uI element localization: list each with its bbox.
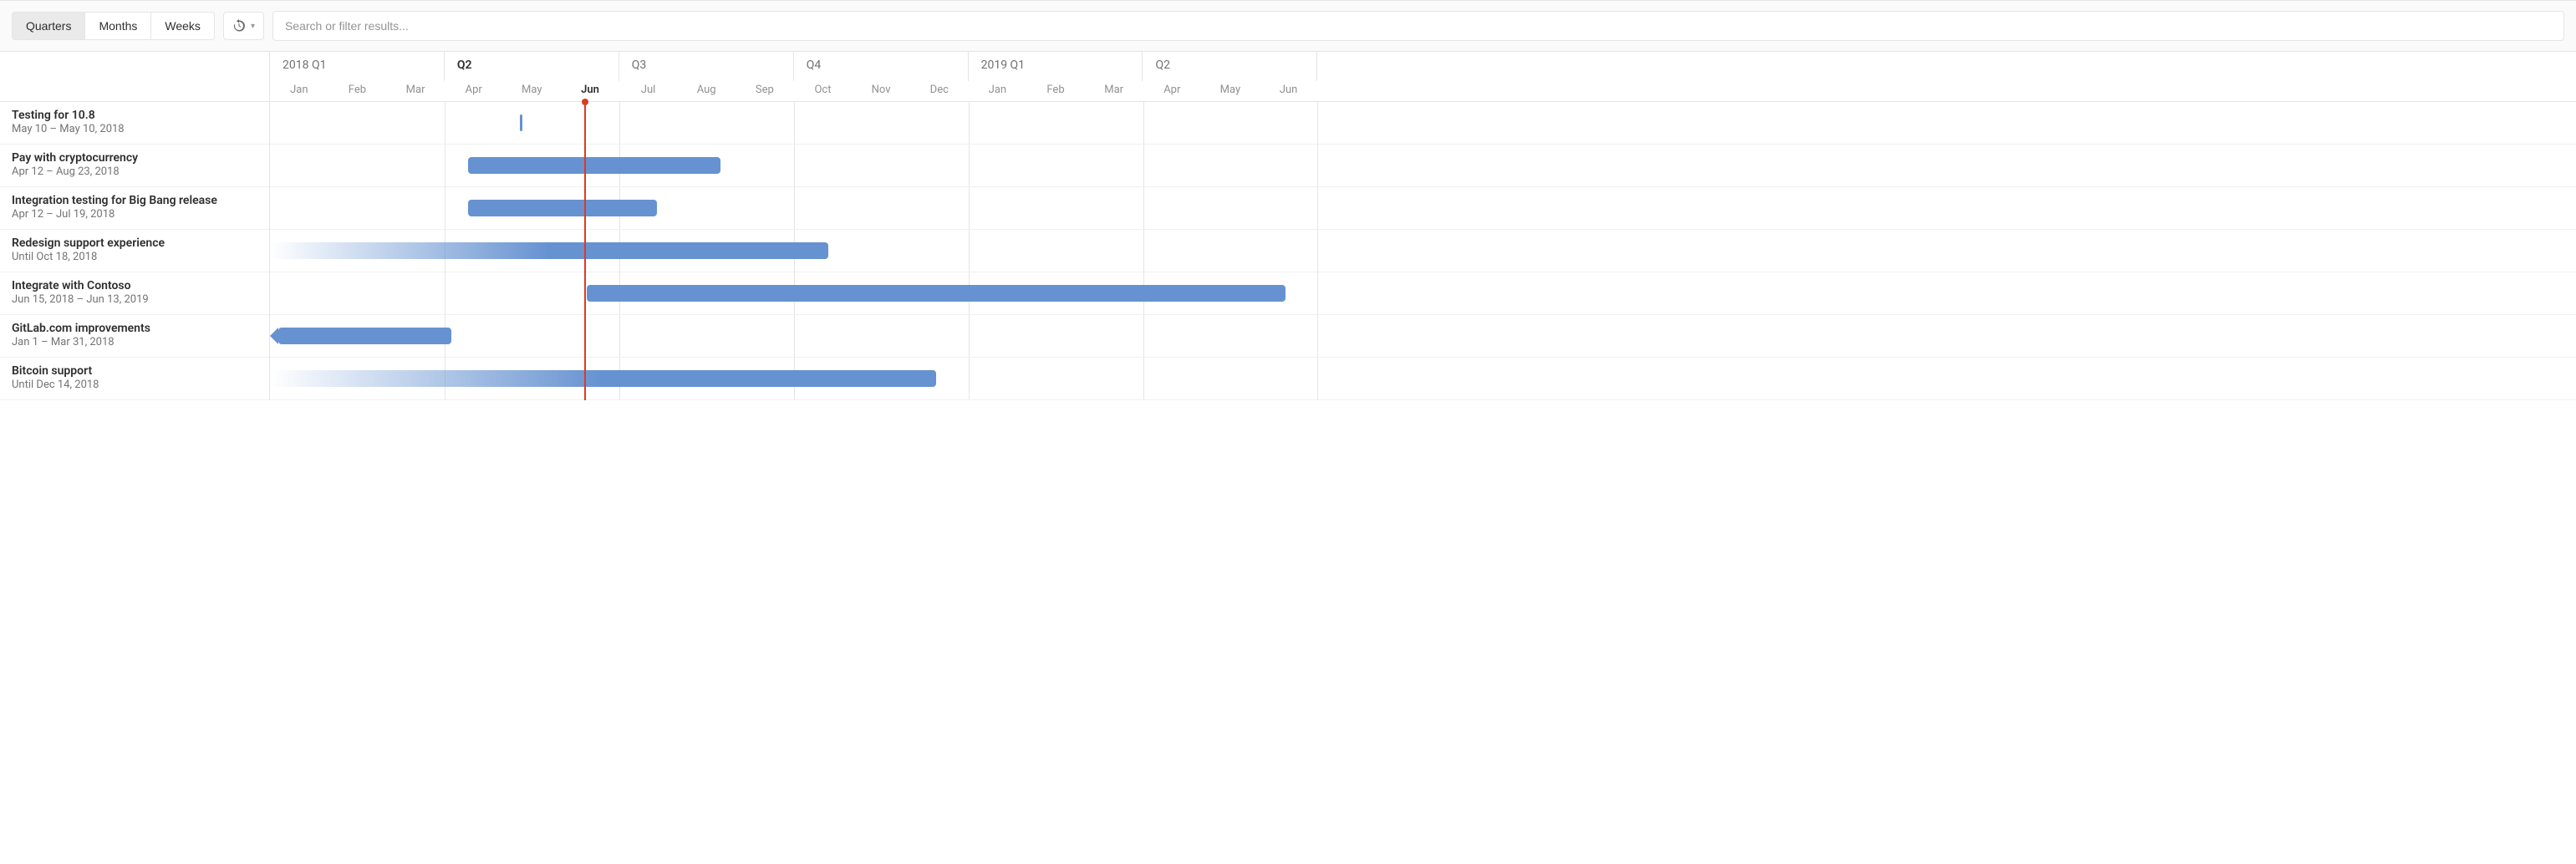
epic-bar[interactable] (468, 200, 656, 216)
quarter-label: 2018 Q1 (283, 58, 326, 72)
epic-row[interactable]: Integrate with ContosoJun 15, 2018 – Jun… (0, 272, 269, 315)
epic-bar[interactable] (587, 285, 1285, 302)
timeline-row (270, 187, 2576, 230)
quarter-header: Q4 (794, 52, 969, 81)
epic-bar[interactable] (278, 328, 451, 344)
history-icon (232, 19, 246, 33)
timeline-row (270, 272, 2576, 315)
roadmap-container: Testing for 10.8May 10 – May 10, 2018Pay… (0, 52, 2576, 400)
zoom-tab-label: Weeks (165, 19, 201, 33)
month-header: Apr (1155, 84, 1189, 96)
epic-title: Testing for 10.8 (12, 109, 257, 122)
month-header: Feb (1039, 84, 1072, 96)
epic-title: Redesign support experience (12, 236, 257, 250)
quarter-label: Q2 (1156, 58, 1171, 72)
month-header: May (515, 84, 548, 96)
epic-row[interactable]: Integration testing for Big Bang release… (0, 187, 269, 230)
epic-title: Integrate with Contoso (12, 279, 257, 292)
epic-dates: Jan 1 – Mar 31, 2018 (12, 336, 257, 348)
epic-row[interactable]: GitLab.com improvementsJan 1 – Mar 31, 2… (0, 315, 269, 358)
month-header: Dec (923, 84, 956, 96)
quarter-header: 2019 Q1 (969, 52, 1143, 81)
epic-row[interactable]: Testing for 10.8May 10 – May 10, 2018 (0, 102, 269, 145)
epic-row[interactable]: Redesign support experienceUntil Oct 18,… (0, 230, 269, 272)
timeline-row (270, 358, 2576, 400)
timeline-row (270, 145, 2576, 187)
epic-dates: Jun 15, 2018 – Jun 13, 2019 (12, 293, 257, 306)
epic-title: Pay with cryptocurrency (12, 151, 257, 165)
today-dot (582, 99, 588, 105)
timeline-row (270, 230, 2576, 272)
quarter-label: Q4 (807, 58, 822, 72)
epic-title: GitLab.com improvements (12, 322, 257, 335)
month-header: Feb (340, 84, 374, 96)
quarter-label: Q2 (457, 58, 472, 72)
search-input[interactable] (272, 11, 2564, 41)
toolbar: Quarters Months Weeks ▾ (0, 0, 2576, 52)
month-header: Jan (980, 84, 1014, 96)
month-header: Mar (399, 84, 432, 96)
chevron-down-icon: ▾ (251, 22, 255, 31)
month-header: Mar (1097, 84, 1131, 96)
zoom-level-tabs: Quarters Months Weeks (12, 12, 215, 40)
month-header: Jun (573, 84, 607, 96)
sidebar-header-spacer (0, 52, 269, 102)
zoom-tab-label: Months (99, 19, 137, 33)
epic-dates: Until Dec 14, 2018 (12, 379, 257, 391)
quarter-header: Q2 (1143, 52, 1318, 81)
epic-bar[interactable] (520, 114, 522, 131)
epic-bar[interactable] (270, 370, 936, 387)
epic-dates: May 10 – May 10, 2018 (12, 123, 257, 135)
zoom-tab-label: Quarters (26, 19, 71, 33)
epic-row[interactable]: Bitcoin supportUntil Dec 14, 2018 (0, 358, 269, 400)
month-header: May (1214, 84, 1247, 96)
timeline-area: 2018 Q1 Q2 Q3 Q4 2019 Q1 Q2 Jan Feb Mar Apr May Ju… (270, 52, 2576, 400)
timeline-row (270, 102, 2576, 145)
epic-bar[interactable] (468, 157, 720, 174)
epic-dates: Until Oct 18, 2018 (12, 251, 257, 263)
month-header: Aug (690, 84, 723, 96)
epic-sidebar: Testing for 10.8May 10 – May 10, 2018Pay… (0, 52, 270, 400)
quarter-header: Q3 (619, 52, 794, 81)
month-header: Sep (748, 84, 781, 96)
quarter-header: 2018 Q1 (270, 52, 445, 81)
history-dropdown-button[interactable]: ▾ (223, 12, 264, 40)
epic-row[interactable]: Pay with cryptocurrencyApr 12 – Aug 23, … (0, 145, 269, 187)
month-header: Jan (283, 84, 316, 96)
zoom-tab-months[interactable]: Months (85, 13, 151, 39)
month-header: Nov (864, 84, 898, 96)
quarter-header: Q2 (445, 52, 619, 81)
month-header: Jul (632, 84, 665, 96)
epic-title: Bitcoin support (12, 364, 257, 378)
epic-dates: Apr 12 – Aug 23, 2018 (12, 165, 257, 178)
month-header: Apr (457, 84, 491, 96)
epic-dates: Apr 12 – Jul 19, 2018 (12, 208, 257, 221)
quarter-label: Q3 (632, 58, 647, 72)
quarter-label: 2019 Q1 (981, 58, 1025, 72)
timeline-row (270, 315, 2576, 358)
today-indicator (584, 102, 586, 400)
timeline-header: 2018 Q1 Q2 Q3 Q4 2019 Q1 Q2 Jan Feb Mar Apr May Ju… (270, 52, 2576, 102)
epic-title: Integration testing for Big Bang release (12, 194, 257, 207)
month-header: Oct (807, 84, 840, 96)
zoom-tab-quarters[interactable]: Quarters (13, 13, 85, 39)
month-header: Jun (1272, 84, 1306, 96)
zoom-tab-weeks[interactable]: Weeks (151, 13, 214, 39)
epic-bar[interactable] (270, 242, 828, 259)
